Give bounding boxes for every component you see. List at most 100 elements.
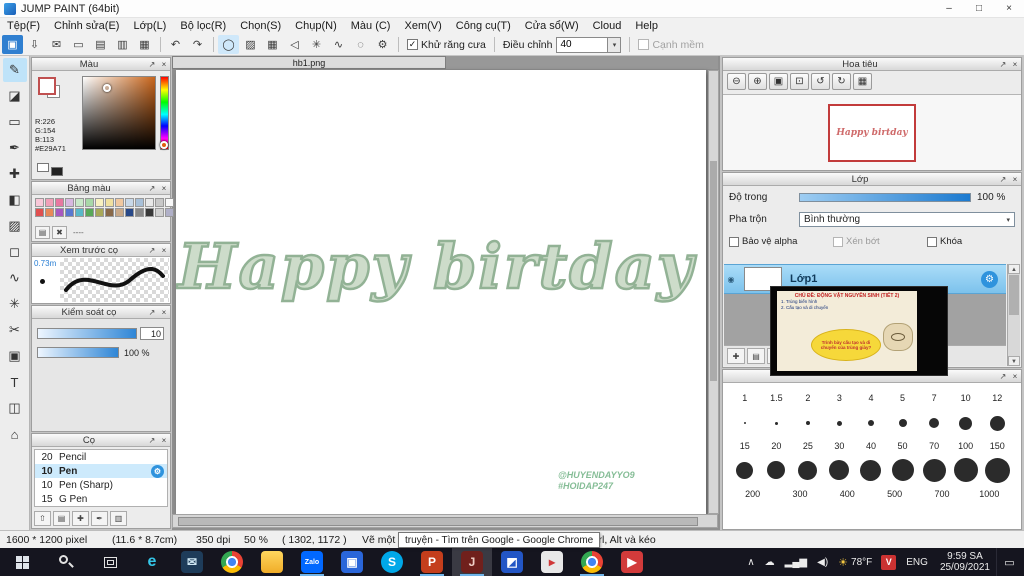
- brush-size-dot[interactable]: [953, 458, 978, 482]
- hue-slider[interactable]: [160, 76, 169, 150]
- brush-opacity-slider[interactable]: [37, 347, 119, 358]
- palette-swatch[interactable]: [65, 208, 74, 217]
- close-icon[interactable]: ×: [158, 184, 170, 193]
- alpha-protect-checkbox[interactable]: [729, 236, 739, 247]
- rotate-right-icon[interactable]: ↻: [832, 73, 851, 90]
- brush-item[interactable]: 20 Pencil: [35, 450, 167, 464]
- start-button[interactable]: [0, 548, 44, 576]
- canvas[interactable]: Happy birtday @HUYENDAYYO9 #HOIDAP247: [176, 70, 706, 514]
- brush-size-dot[interactable]: [984, 457, 1010, 483]
- dot-pen-tool[interactable]: ✒: [3, 136, 27, 160]
- opacity-slider[interactable]: [799, 193, 971, 202]
- palette-swatch[interactable]: [135, 208, 144, 217]
- taskbar-file-explorer[interactable]: [252, 548, 292, 576]
- volume-icon[interactable]: ◀): [812, 557, 833, 568]
- actual-size-icon[interactable]: ⊡: [790, 73, 809, 90]
- swap-colors-chip[interactable]: [51, 167, 63, 176]
- brush-size-dot[interactable]: [860, 459, 882, 481]
- undock-icon[interactable]: ↗: [146, 60, 158, 69]
- onedrive-icon[interactable]: ☁: [760, 557, 780, 568]
- redo-icon[interactable]: ↷: [187, 35, 208, 54]
- taskbar-chrome-2[interactable]: [572, 548, 612, 576]
- brush-folder-icon[interactable]: ▥: [110, 511, 127, 526]
- menu-item[interactable]: Chụp(N): [288, 20, 344, 32]
- new-layer-icon[interactable]: ✚: [727, 348, 745, 364]
- brush-size-dot[interactable]: [836, 420, 842, 426]
- taskbar-edge[interactable]: e: [132, 548, 172, 576]
- menu-item[interactable]: Cloud: [586, 20, 629, 32]
- brush-size-dot[interactable]: [743, 422, 746, 424]
- lock-checkbox[interactable]: [927, 236, 937, 247]
- curve-icon[interactable]: ∿: [328, 35, 349, 54]
- palette-swatch[interactable]: [95, 208, 104, 217]
- taskbar-chrome[interactable]: [212, 548, 252, 576]
- palette-swatch[interactable]: [95, 198, 104, 207]
- rotate-left-icon[interactable]: ↺: [811, 73, 830, 90]
- close-icon[interactable]: ×: [1009, 372, 1021, 381]
- add-brush-icon[interactable]: ▤: [53, 511, 70, 526]
- wand-tool[interactable]: ✳: [3, 292, 27, 316]
- menu-item[interactable]: Màu (C): [344, 20, 398, 32]
- taskbar-app-blue[interactable]: ▣: [332, 548, 372, 576]
- vlc-tray-icon[interactable]: V: [881, 554, 897, 570]
- duplicate-brush-icon[interactable]: ✚: [72, 511, 89, 526]
- taskbar-media[interactable]: ▸: [532, 548, 572, 576]
- layer-visibility-icon[interactable]: ◉: [724, 275, 738, 284]
- fill-tool[interactable]: ◧: [3, 188, 27, 212]
- taskbar-photos[interactable]: ◩: [492, 548, 532, 576]
- brush-size-dot[interactable]: [736, 461, 754, 479]
- weather-widget[interactable]: ☀ 78°F: [833, 556, 877, 569]
- tone-icon[interactable]: ▨: [240, 35, 261, 54]
- palette-swatch[interactable]: [155, 208, 164, 217]
- brush-settings-icon[interactable]: ⚙: [151, 464, 164, 478]
- mesh-icon[interactable]: ▦: [262, 35, 283, 54]
- taskbar-jump-paint[interactable]: J: [452, 548, 492, 576]
- undock-icon[interactable]: ↗: [146, 436, 158, 445]
- divide-tool[interactable]: ✂: [3, 318, 27, 342]
- saturation-value-square[interactable]: [82, 76, 156, 150]
- scroll-thumb[interactable]: [1009, 275, 1019, 315]
- zoom-in-icon[interactable]: ⊕: [748, 73, 767, 90]
- brush-up-icon[interactable]: ⇧: [34, 511, 51, 526]
- palette-swatch[interactable]: [115, 208, 124, 217]
- palette-swatch[interactable]: [65, 198, 74, 207]
- add-color-icon[interactable]: ▤: [35, 226, 50, 239]
- palette-swatch[interactable]: [55, 208, 64, 217]
- scroll-thumb[interactable]: [178, 517, 698, 526]
- palette-swatch[interactable]: [145, 198, 154, 207]
- clock[interactable]: 9:59 SA 25/09/2021: [934, 551, 996, 573]
- video-overlay[interactable]: CHỦ ĐỀ: ĐỘNG VẬT NGUYÊN SINH (TIẾT 2) 1.…: [770, 286, 948, 376]
- paint-logo-icon[interactable]: ▣: [2, 35, 23, 54]
- menu-item[interactable]: Help: [628, 20, 665, 32]
- frame-tool[interactable]: ◫: [3, 396, 27, 420]
- action-center-icon[interactable]: ▭: [996, 548, 1022, 576]
- brush-size-slider[interactable]: [37, 328, 137, 339]
- menu-item[interactable]: Chỉnh sửa(E): [47, 20, 126, 32]
- spread-view-icon[interactable]: ▦: [853, 73, 872, 90]
- adjust-input[interactable]: [556, 36, 609, 53]
- lasso-tool[interactable]: ∿: [3, 266, 27, 290]
- palette-swatch[interactable]: [55, 198, 64, 207]
- undock-icon[interactable]: ↗: [997, 372, 1009, 381]
- fit-icon[interactable]: ▣: [769, 73, 788, 90]
- search-button[interactable]: [44, 548, 88, 576]
- menu-item[interactable]: Công cụ(T): [449, 20, 518, 32]
- brush-size-dot[interactable]: [898, 419, 907, 427]
- select-tool[interactable]: ◻: [3, 240, 27, 264]
- brush-size-dot[interactable]: [829, 460, 850, 480]
- layer-settings-icon[interactable]: ⚙: [981, 270, 998, 288]
- tool-settings-icon[interactable]: ⚙: [372, 35, 393, 54]
- brush-size-dot[interactable]: [959, 416, 973, 430]
- brush-size-dot[interactable]: [774, 421, 778, 425]
- undock-icon[interactable]: ↗: [997, 175, 1009, 184]
- palette-swatch[interactable]: [85, 208, 94, 217]
- brush-size-value[interactable]: 10: [140, 327, 164, 340]
- open-canvas-icon[interactable]: ▥: [112, 35, 133, 54]
- taskbar-mail[interactable]: ✉: [172, 548, 212, 576]
- close-icon[interactable]: ×: [1009, 175, 1021, 184]
- canvas-vertical-scrollbar[interactable]: [708, 70, 719, 514]
- palette-swatch[interactable]: [35, 198, 44, 207]
- grid-icon[interactable]: ▦: [134, 35, 155, 54]
- text-tool[interactable]: T: [3, 370, 27, 394]
- canvas-horizontal-scrollbar[interactable]: [172, 514, 718, 528]
